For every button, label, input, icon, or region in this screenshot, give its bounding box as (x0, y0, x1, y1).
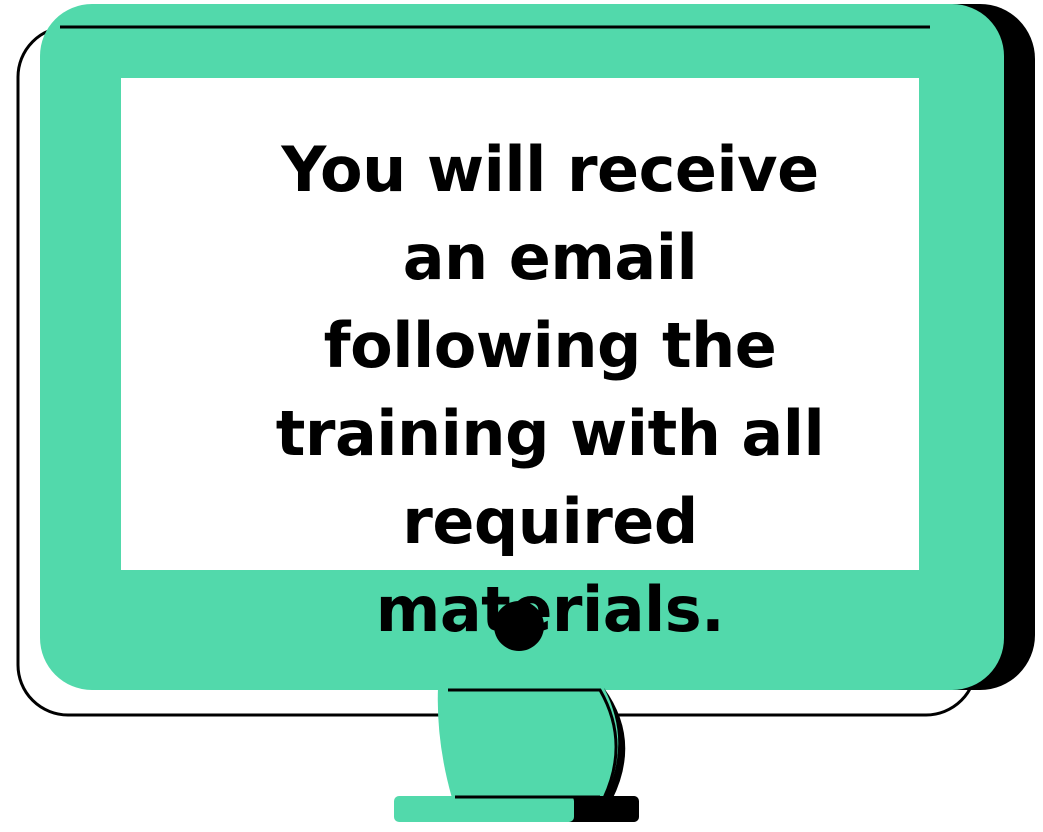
screen-message: You will receive an email following the … (275, 133, 825, 646)
stand-base (394, 796, 574, 822)
stand-neck (437, 688, 619, 798)
